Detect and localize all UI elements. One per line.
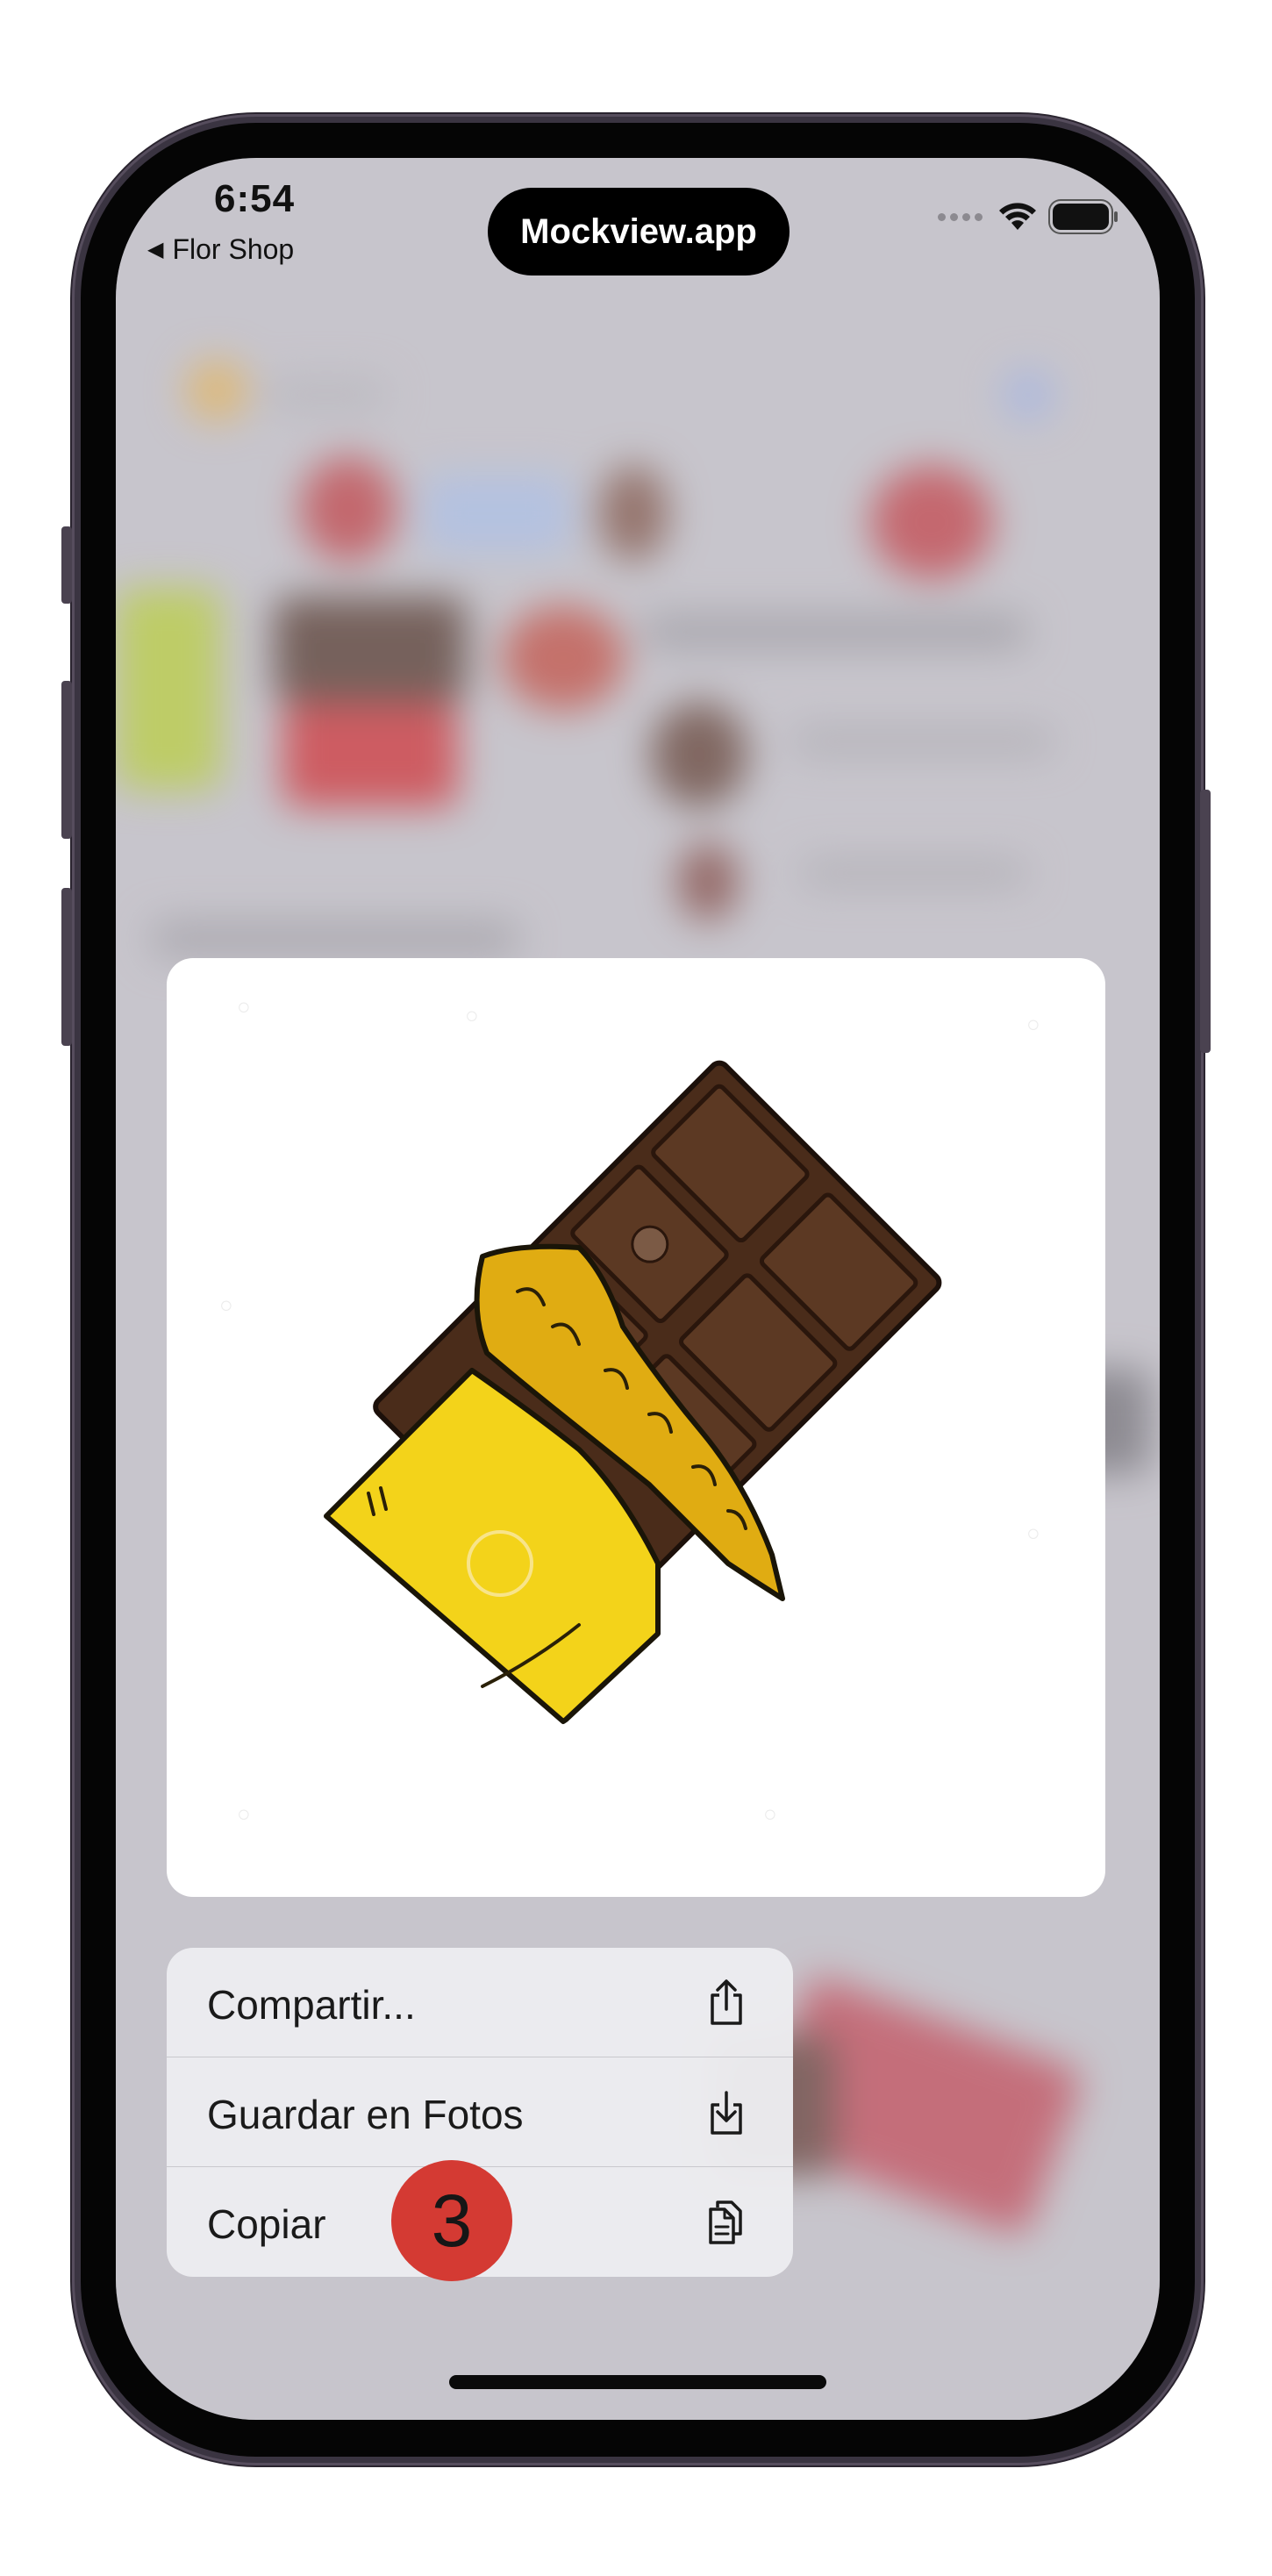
home-indicator[interactable] bbox=[449, 2375, 826, 2389]
status-icons bbox=[938, 202, 1118, 232]
power-button bbox=[1200, 790, 1211, 1053]
dynamic-island: Mockview.app bbox=[488, 188, 790, 275]
action-button bbox=[61, 526, 72, 604]
volume-up-button bbox=[61, 681, 72, 839]
volume-down-button bbox=[61, 888, 72, 1046]
screen: 6:54 ◀ Flor Shop Mockview.app ○ ○ ○ ○ ○ ○… bbox=[116, 158, 1160, 2420]
back-triangle-icon: ◀ bbox=[147, 238, 164, 261]
back-app-label: Flor Shop bbox=[172, 233, 295, 265]
page: 6:54 ◀ Flor Shop Mockview.app ○ ○ ○ ○ ○ ○… bbox=[0, 0, 1272, 2576]
menu-item-label: Copiar bbox=[207, 2201, 326, 2247]
menu-item-save-to-photos[interactable]: Guardar en Fotos bbox=[167, 2057, 793, 2167]
chocolate-bar-illustration bbox=[324, 1060, 942, 1724]
wifi-icon bbox=[999, 203, 1036, 230]
step-badge: 3 bbox=[391, 2160, 512, 2281]
battery-icon bbox=[1053, 204, 1118, 230]
status-time: 6:54 bbox=[214, 177, 296, 220]
save-to-photos-icon bbox=[711, 2091, 742, 2135]
menu-item-share[interactable]: Compartir... bbox=[167, 1948, 793, 2057]
menu-item-label: Guardar en Fotos bbox=[207, 2092, 524, 2137]
share-icon bbox=[711, 1979, 742, 2025]
menu-item-label: Compartir... bbox=[207, 1982, 416, 2028]
back-to-app-button[interactable]: ◀ Flor Shop bbox=[147, 233, 294, 266]
copy-icon bbox=[709, 2200, 742, 2244]
cellular-signal-icon bbox=[938, 212, 983, 221]
image-preview[interactable]: ○ ○ ○ ○ ○ ○ ○ bbox=[167, 958, 1105, 1897]
